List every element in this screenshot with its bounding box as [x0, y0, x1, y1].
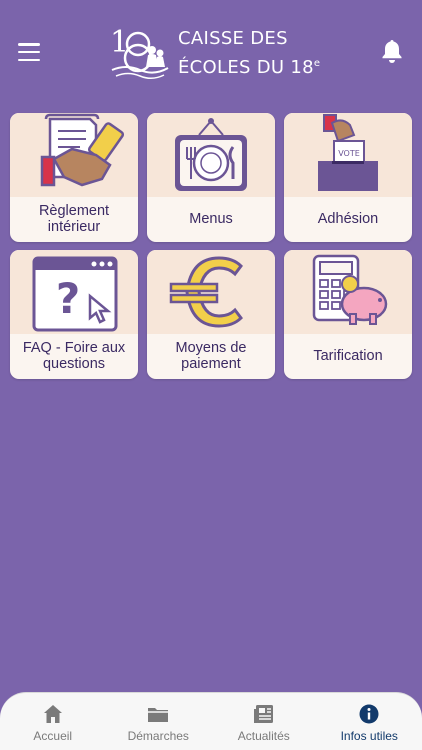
- folder-icon: [148, 708, 169, 722]
- euro-icon: [169, 256, 243, 328]
- vote-box-icon: VOTE: [318, 114, 378, 191]
- tile-label: Adhésion: [317, 210, 379, 227]
- newspaper-icon: [253, 705, 273, 723]
- app-title-line2: ÉCOLES DU 18e: [178, 57, 321, 78]
- home-icon: [43, 705, 62, 723]
- tab-label: Infos utiles: [340, 729, 398, 743]
- info-icon: [359, 704, 379, 724]
- tile-reglement-interieur[interactable]: Règlement intérieur: [10, 113, 138, 242]
- tile-art: VOTE: [284, 113, 412, 197]
- tile-label: Moyens de paiement: [175, 339, 247, 372]
- handshake-document-icon: [40, 113, 125, 187]
- question-window-icon: ?: [32, 256, 118, 332]
- tile-label: Menus: [189, 210, 233, 227]
- tab-label: Démarches: [127, 729, 189, 743]
- bottom-tab-bar: Accueil Démarches Actualités Infos utile…: [0, 692, 422, 750]
- app-title-line1: CAISSE DES: [178, 28, 288, 49]
- info-tiles-grid: Règlement intérieur Menus VOTE Adhésion …: [10, 113, 412, 379]
- tab-actualites[interactable]: Actualités: [211, 693, 316, 750]
- tile-art: [147, 113, 275, 197]
- app-title: CAISSE DES ÉCOLES DU 18e: [178, 26, 320, 80]
- tab-label: Actualités: [237, 729, 290, 743]
- tab-infos-utiles[interactable]: Infos utiles: [317, 693, 422, 750]
- tile-menus[interactable]: Menus: [147, 113, 275, 242]
- svg-text:VOTE: VOTE: [338, 149, 360, 158]
- tile-art: ?: [10, 250, 138, 334]
- tab-accueil[interactable]: Accueil: [0, 693, 105, 750]
- bell-icon[interactable]: [380, 38, 404, 64]
- app-header: 1 CAISSE DES ÉCOLES DU 18e: [0, 0, 422, 100]
- hamburger-menu-icon[interactable]: [18, 43, 40, 61]
- caisse-des-ecoles-logo: 1: [110, 25, 169, 79]
- tile-tarification[interactable]: Tarification: [284, 250, 412, 379]
- plate-fork-knife-icon: [175, 118, 247, 191]
- tab-demarches[interactable]: Démarches: [106, 693, 211, 750]
- tile-label: Règlement intérieur: [38, 202, 110, 235]
- tile-moyens-de-paiement[interactable]: Moyens de paiement: [147, 250, 275, 379]
- svg-text:?: ?: [56, 274, 80, 323]
- calculator-piggy-bank-icon: [312, 254, 388, 325]
- tab-label: Accueil: [33, 729, 73, 743]
- tile-art: [10, 113, 138, 197]
- tile-label: FAQ - Foire aux questions: [22, 339, 126, 372]
- tile-label: Tarification: [313, 347, 383, 364]
- tile-art: [284, 250, 412, 334]
- tile-faq[interactable]: ? FAQ - Foire aux questions: [10, 250, 138, 379]
- tile-adhesion[interactable]: VOTE Adhésion: [284, 113, 412, 242]
- tile-art: [147, 250, 275, 334]
